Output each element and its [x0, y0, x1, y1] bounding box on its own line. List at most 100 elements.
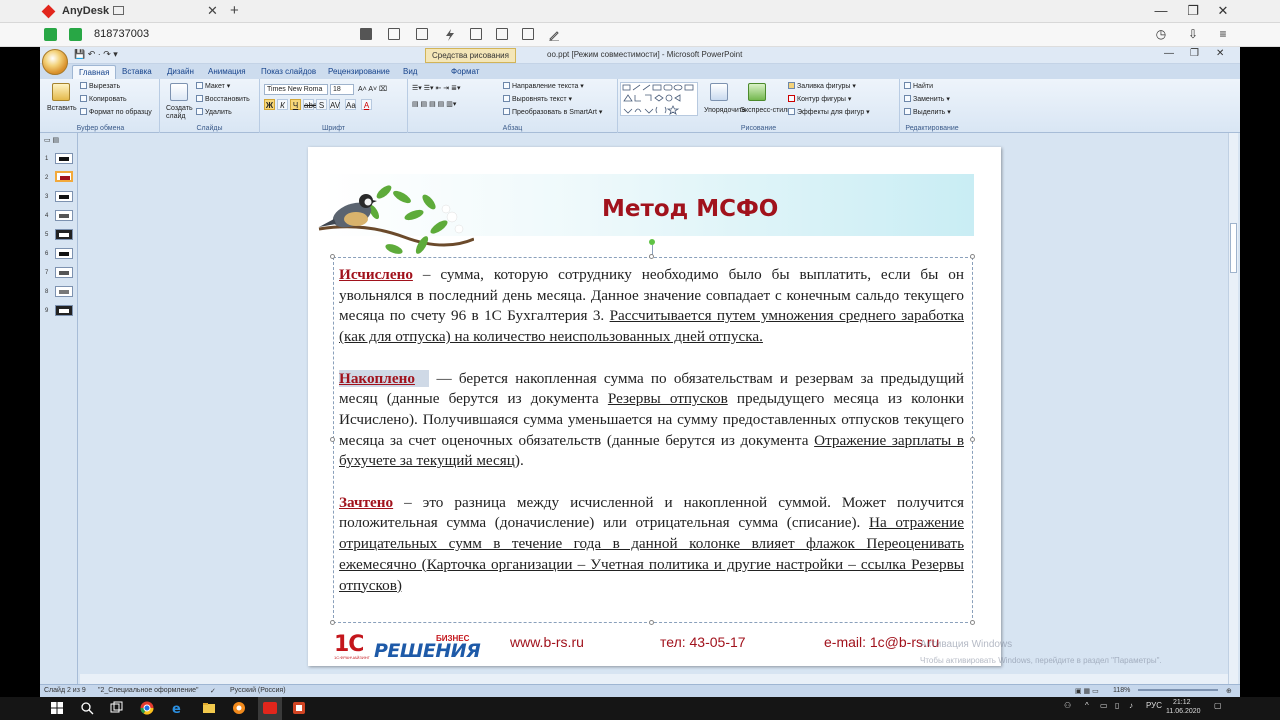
quick-styles-icon[interactable] [748, 83, 766, 101]
network-icon[interactable]: ▭ [1100, 701, 1108, 710]
task-view-icon[interactable] [109, 701, 123, 715]
file-explorer-icon[interactable] [202, 701, 216, 715]
user-tray-icon[interactable]: ⚇ [1064, 701, 1071, 710]
slides-panel[interactable]: ▭ ▤ 1 2 3 4 5 6 7 8 9 [40, 133, 78, 685]
tab-review[interactable]: Рецензирование [328, 67, 390, 76]
search-icon[interactable] [80, 701, 94, 715]
reset-button[interactable]: Восстановить [196, 95, 250, 103]
chat-icon[interactable] [69, 28, 82, 41]
download-icon[interactable]: ⇩ [1182, 27, 1204, 41]
cut-button[interactable]: Вырезать [80, 82, 120, 90]
keyboard-language[interactable]: РУС [1146, 701, 1162, 710]
copy-button[interactable]: Копировать [80, 95, 127, 103]
slide-thumbnail-current[interactable] [55, 171, 73, 182]
minimize-icon[interactable]: — [1150, 3, 1172, 18]
resize-handle[interactable] [649, 620, 654, 625]
tab-insert[interactable]: Вставка [122, 67, 152, 76]
notification-icon[interactable]: ▢ [1214, 701, 1222, 710]
horizontal-scrollbar[interactable] [80, 674, 1228, 684]
resize-handle[interactable] [970, 620, 975, 625]
new-slide-icon[interactable] [170, 83, 188, 101]
office-button-icon[interactable] [42, 49, 68, 75]
vertical-scrollbar[interactable] [1228, 133, 1238, 685]
resize-handle[interactable] [330, 437, 335, 442]
slide-thumbnail[interactable] [55, 267, 73, 278]
align-buttons[interactable]: ▤ ▤ ▤ ▤ ▥▾ [412, 100, 456, 108]
italic-button[interactable]: К [277, 99, 288, 110]
bold-button[interactable]: Ж [264, 99, 275, 110]
chat-window-icon[interactable] [416, 28, 428, 40]
arrange-icon[interactable] [710, 83, 728, 101]
remote-screen[interactable]: 💾 ↶ · ↷ ▾ Средства рисования оо.ppt [Реж… [40, 47, 1240, 697]
actions-lightning-icon[interactable] [444, 28, 456, 41]
underline-button[interactable]: Ч [290, 99, 301, 110]
draw-pen-icon[interactable] [548, 28, 560, 42]
history-icon[interactable]: ◷ [1150, 27, 1172, 41]
chrome-icon[interactable] [140, 701, 154, 715]
align-text-button[interactable]: Выровнять текст ▾ [503, 95, 572, 103]
smartart-button[interactable]: Преобразовать в SmartArt ▾ [503, 108, 602, 116]
tray-expand-icon[interactable]: ^ [1085, 701, 1089, 710]
zoom-slider[interactable] [1138, 689, 1218, 691]
delete-slide-button[interactable]: Удалить [196, 108, 232, 116]
format-painter-button[interactable]: Формат по образцу [80, 108, 152, 116]
shadow-button[interactable]: S [316, 99, 327, 110]
quick-access-toolbar[interactable]: 💾 ↶ · ↷ ▾ [74, 49, 118, 60]
tab-format[interactable]: Формат [451, 67, 479, 76]
select-button[interactable]: Выделить ▾ [904, 108, 951, 116]
tab-home[interactable]: Главная [72, 65, 117, 79]
slide-body-text[interactable]: Исчислено – сумма, которую сотруднику не… [339, 265, 964, 617]
zoom-level[interactable]: 118% [1113, 687, 1130, 694]
slide-thumbnail[interactable] [55, 153, 73, 164]
battery-icon[interactable]: ▯ [1115, 701, 1119, 710]
ppt-minimize-icon[interactable]: — [1164, 48, 1174, 59]
transfer-icon[interactable] [388, 28, 400, 40]
font-grow-shrink[interactable]: A˄ A˅ ⌧ [358, 85, 387, 93]
ppt-restore-icon[interactable]: ❐ [1190, 48, 1199, 59]
layout-button[interactable]: Макет ▾ [196, 82, 230, 90]
shape-outline-button[interactable]: Контур фигуры ▾ [788, 95, 851, 103]
tab-view[interactable]: Вид [403, 67, 417, 76]
paste-icon[interactable] [52, 83, 70, 101]
app-orange-icon[interactable] [232, 701, 246, 715]
tab-animation[interactable]: Анимация [208, 67, 246, 76]
powerpoint-taskbar-icon[interactable] [292, 701, 306, 715]
ppt-close-icon[interactable]: ✕ [1216, 48, 1224, 59]
language-indicator[interactable]: Русский (Россия) [230, 687, 286, 694]
slide-title[interactable]: Метод МСФО [602, 196, 778, 222]
shapes-gallery[interactable] [620, 82, 698, 116]
slide-thumbnail[interactable] [55, 191, 73, 202]
windows-start-icon[interactable] [50, 701, 64, 715]
tab-design[interactable]: Дизайн [167, 67, 194, 76]
menu-icon[interactable]: ≡ [1212, 27, 1234, 41]
clock-date[interactable]: 11.06.2020 [1166, 708, 1201, 715]
list-buttons[interactable]: ☰▾ ☰▾ ⇤ ⇥ ≣▾ [412, 84, 460, 92]
spacing-button[interactable]: AV [329, 99, 340, 110]
slide-canvas[interactable]: Метод МСФО Исчислено – сумма, которую со… [308, 147, 1001, 666]
slide-thumbnail[interactable] [55, 286, 73, 297]
edge-icon[interactable]: e [171, 701, 185, 715]
outline-tab-icon[interactable]: ▭ ▤ [44, 136, 59, 144]
resize-handle[interactable] [649, 254, 654, 259]
view-buttons[interactable]: ▣ ▦ ▭ [1075, 687, 1099, 695]
find-button[interactable]: Найти [904, 82, 933, 90]
display-icon[interactable] [360, 28, 372, 40]
clock-time[interactable]: 21:12 [1173, 699, 1191, 706]
replace-button[interactable]: Заменить ▾ [904, 95, 950, 103]
resize-handle[interactable] [970, 437, 975, 442]
slide-thumbnail[interactable] [55, 210, 73, 221]
fit-slide-icon[interactable]: ⊕ [1226, 687, 1232, 695]
close-tab-icon[interactable]: ✕ [207, 3, 218, 19]
anydesk-taskbar-active[interactable] [258, 697, 282, 720]
paste-button[interactable]: Вставить [47, 105, 77, 112]
new-slide-button[interactable]: Создать слайд [166, 105, 196, 121]
restore-icon[interactable]: ❐ [1182, 3, 1204, 19]
text-direction-button[interactable]: Направление текста ▾ [503, 82, 584, 90]
keyboard-icon[interactable] [470, 28, 482, 40]
shape-effects-button[interactable]: Эффекты для фигур ▾ [788, 108, 870, 116]
monitor-tab-icon[interactable] [113, 6, 124, 15]
resize-handle[interactable] [970, 254, 975, 259]
privacy-shield-icon[interactable] [522, 28, 534, 40]
shape-fill-button[interactable]: Заливка фигуры ▾ [788, 82, 856, 90]
add-tab-icon[interactable]: + [230, 2, 239, 19]
